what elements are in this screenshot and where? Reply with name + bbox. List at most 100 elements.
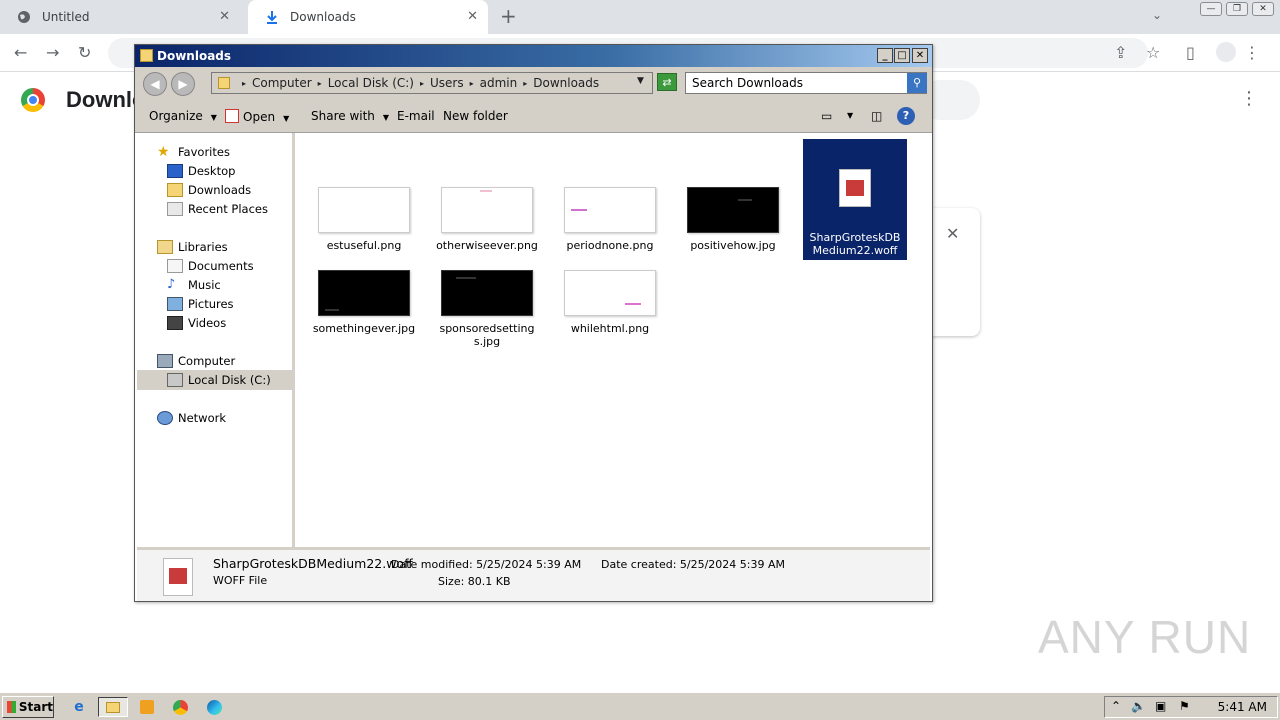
share-icon[interactable]: ⇪	[1114, 43, 1127, 62]
nav-label: Network	[178, 411, 227, 425]
window-controls: — ❐ ✕	[1200, 2, 1274, 16]
minimize-button[interactable]: —	[1200, 2, 1222, 16]
nav-recent-places[interactable]: Recent Places	[167, 202, 268, 216]
explorer-titlebar[interactable]: Downloads _ □ ✕	[135, 45, 932, 67]
forward-button[interactable]: ▶	[171, 72, 195, 96]
reload-icon[interactable]: ↻	[78, 43, 91, 62]
share-with-button[interactable]: Share with ▼	[311, 109, 389, 123]
chevron-right-icon[interactable]: ▸	[242, 79, 246, 88]
file-item[interactable]: sponsoredsettings.jpg	[435, 270, 539, 348]
menu-kebab-icon[interactable]: ⋮	[1244, 43, 1260, 62]
minimize-button[interactable]: _	[877, 48, 893, 63]
explorer-taskbar-icon[interactable]	[98, 697, 128, 717]
close-button[interactable]: ✕	[912, 48, 928, 63]
chevron-right-icon[interactable]: ▸	[420, 79, 424, 88]
file-item[interactable]: positivehow.jpg	[681, 187, 785, 252]
maximize-button[interactable]: □	[894, 48, 910, 63]
preview-pane-icon[interactable]: ◫	[871, 109, 882, 123]
chevron-right-icon[interactable]: ▸	[318, 79, 322, 88]
chevron-down-icon[interactable]: ▼	[283, 114, 289, 123]
nav-pictures[interactable]: Pictures	[167, 297, 234, 311]
nav-label: Music	[188, 278, 221, 292]
breadcrumb-computer[interactable]: Computer	[252, 76, 312, 90]
globe-icon	[16, 9, 32, 25]
nav-music[interactable]: ♪ Music	[167, 278, 221, 293]
file-item[interactable]: estuseful.png	[312, 187, 416, 252]
organize-button[interactable]: Organize ▼	[149, 109, 217, 123]
details-date-modified: Date modified: 5/25/2024 5:39 AM	[391, 558, 582, 571]
breadcrumb[interactable]: ▸ Computer ▸ Local Disk (C:) ▸ Users ▸ a…	[211, 72, 653, 94]
start-label: Start	[18, 700, 53, 714]
breadcrumb-downloads[interactable]: Downloads	[533, 76, 599, 90]
nav-desktop[interactable]: Desktop	[167, 164, 235, 178]
nav-downloads[interactable]: Downloads	[167, 183, 251, 197]
chevron-right-icon[interactable]: ▸	[523, 79, 527, 88]
nav-favorites[interactable]: ★ Favorites	[157, 145, 230, 159]
tab-untitled[interactable]: Untitled ✕	[0, 0, 240, 34]
chrome-logo-icon	[21, 88, 45, 112]
windows-logo-icon	[7, 701, 16, 713]
chrome-icon[interactable]	[169, 697, 191, 717]
new-tab-button[interactable]: +	[500, 4, 517, 28]
restore-button[interactable]: ❐	[1226, 2, 1248, 16]
tab-downloads[interactable]: Downloads ✕	[248, 0, 488, 34]
back-button[interactable]: ◀	[143, 72, 167, 96]
watermark: ANY RUN	[1038, 611, 1252, 663]
nav-local-disk[interactable]: Local Disk (C:)	[137, 370, 293, 390]
search-input[interactable]: Search Downloads	[685, 72, 927, 94]
file-item[interactable]: whilehtml.png	[558, 270, 662, 335]
details-filetype: WOFF File	[213, 574, 268, 587]
browser-tabstrip: Untitled ✕ Downloads ✕ + ⌄ — ❐ ✕	[0, 0, 1280, 34]
close-icon[interactable]: ✕	[946, 224, 959, 243]
back-arrow-icon[interactable]: ←	[14, 43, 27, 62]
forward-arrow-icon[interactable]: →	[46, 43, 59, 62]
breadcrumb-admin[interactable]: admin	[480, 76, 518, 90]
profile-icon[interactable]	[1216, 42, 1236, 62]
new-folder-button[interactable]: New folder	[443, 109, 508, 123]
file-item[interactable]: otherwiseever.png	[435, 187, 539, 252]
close-icon[interactable]: ✕	[467, 9, 478, 24]
file-item[interactable]: periodnone.png	[558, 187, 662, 252]
nav-documents[interactable]: Documents	[167, 259, 254, 273]
nav-computer[interactable]: Computer	[157, 354, 235, 368]
drive-icon	[167, 373, 183, 387]
image-thumbnail	[687, 187, 779, 233]
flag-icon[interactable]: ⚑	[1179, 699, 1190, 713]
more-options-icon[interactable]: ⋮	[1240, 88, 1258, 109]
nav-label: Libraries	[178, 240, 228, 254]
nav-libraries[interactable]: Libraries	[157, 240, 228, 254]
open-button[interactable]: Open ▼	[225, 109, 289, 124]
nav-videos[interactable]: Videos	[167, 316, 226, 330]
volume-icon[interactable]: 🔈	[1131, 699, 1146, 713]
close-icon[interactable]: ✕	[219, 9, 230, 24]
file-name: sponsoredsettings.jpg	[439, 322, 535, 348]
folder-icon	[140, 49, 153, 62]
view-options-icon[interactable]: ▭	[821, 109, 832, 123]
edge-icon[interactable]	[203, 697, 225, 717]
chevron-up-icon[interactable]: ⌃	[1111, 699, 1121, 713]
download-icon	[264, 9, 280, 25]
internet-explorer-icon[interactable]: e	[68, 697, 90, 717]
search-icon[interactable]: ⚲	[907, 73, 927, 93]
file-item[interactable]: somethingever.jpg	[312, 270, 416, 335]
media-player-icon[interactable]	[136, 697, 158, 717]
breadcrumb-local-disk[interactable]: Local Disk (C:)	[328, 76, 414, 90]
file-name: estuseful.png	[326, 239, 402, 252]
chevron-down-icon[interactable]: ⌄	[1152, 8, 1162, 22]
clock[interactable]: 5:41 AM	[1218, 700, 1267, 714]
network-tray-icon[interactable]: ▣	[1155, 699, 1166, 713]
nav-network[interactable]: Network	[157, 411, 226, 425]
file-item-selected[interactable]: SharpGroteskDBMedium22.woff	[803, 139, 907, 260]
start-button[interactable]: Start	[2, 696, 54, 718]
chevron-down-icon[interactable]: ▼	[637, 76, 644, 86]
chevron-down-icon[interactable]: ▼	[847, 111, 853, 120]
star-icon[interactable]: ☆	[1146, 43, 1160, 62]
navigation-pane: ★ Favorites Desktop Downloads Recent Pla…	[137, 133, 295, 547]
email-button[interactable]: E-mail	[397, 109, 435, 123]
side-panel-icon[interactable]: ▯	[1186, 43, 1195, 62]
close-button[interactable]: ✕	[1252, 2, 1274, 16]
refresh-icon[interactable]: ⇄	[657, 73, 677, 91]
chevron-right-icon[interactable]: ▸	[470, 79, 474, 88]
breadcrumb-users[interactable]: Users	[430, 76, 464, 90]
help-icon[interactable]: ?	[897, 107, 915, 125]
